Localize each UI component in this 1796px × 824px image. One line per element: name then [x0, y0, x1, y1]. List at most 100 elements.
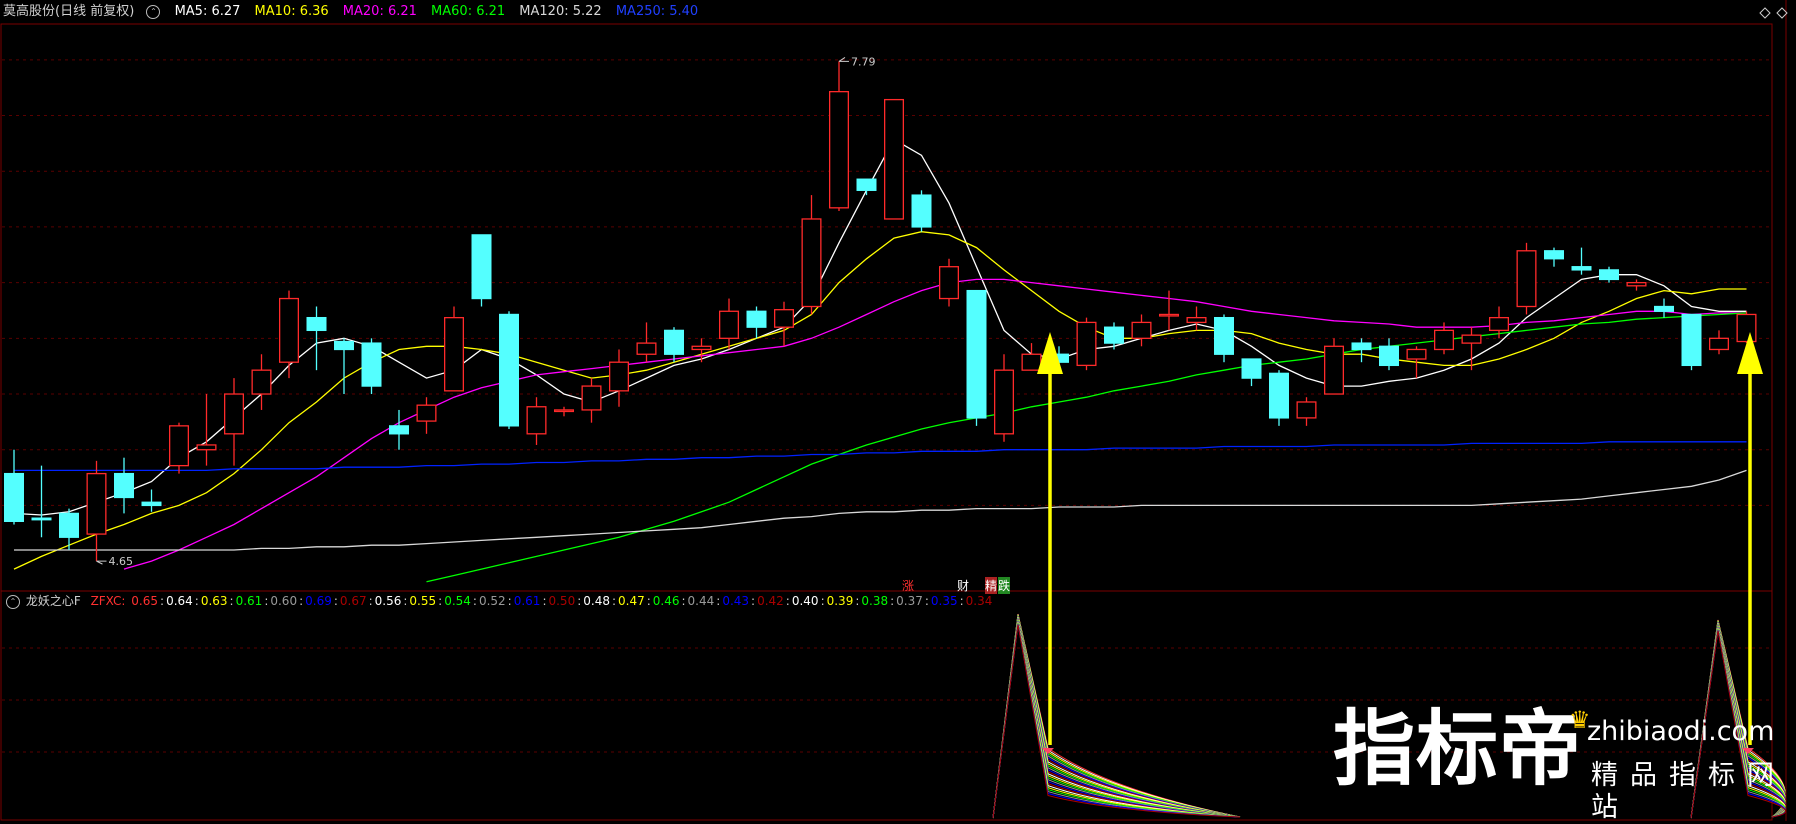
ma-line-ma250: [14, 441, 1747, 472]
value-separator: :: [472, 594, 477, 608]
candle-body: [86, 472, 107, 535]
indicator-value: 0.61: [235, 594, 263, 608]
candle: [939, 258, 960, 307]
candle-body: [498, 313, 519, 427]
candle-body: [1104, 326, 1125, 344]
candle: [581, 378, 602, 423]
indicator-name[interactable]: 龙妖之心F: [26, 594, 81, 608]
candle-body: [1599, 269, 1620, 281]
candle: [471, 234, 492, 307]
candle: [1516, 242, 1537, 315]
candle-body: [1489, 316, 1510, 332]
candle-body: [1406, 348, 1427, 360]
candle: [1406, 346, 1427, 379]
watermark-domain: zhibiaodi.com: [1587, 716, 1775, 747]
candle: [443, 306, 464, 392]
candle: [333, 338, 354, 395]
candle: [1626, 279, 1647, 291]
candle-body: [1736, 313, 1757, 343]
candle: [1214, 314, 1235, 363]
high-price-label: 7.79: [851, 55, 876, 68]
candle: [223, 378, 244, 466]
low-pointer: [96, 560, 107, 565]
candle-body: [1186, 316, 1207, 324]
indicator-value: 0.50: [548, 594, 576, 608]
candle: [1654, 298, 1675, 318]
candle: [1269, 370, 1290, 426]
candle: [4, 449, 25, 525]
candle: [1076, 317, 1097, 371]
value-separator: :: [820, 594, 825, 608]
candle-body: [1131, 321, 1152, 339]
value-separator: :: [333, 594, 338, 608]
candle: [774, 301, 795, 347]
candle: [498, 311, 519, 430]
candle-body: [333, 340, 354, 351]
indicator-value: 0.64: [166, 594, 193, 608]
candle: [526, 397, 547, 445]
indicator-value: 0.52: [478, 594, 506, 608]
candle: [1324, 338, 1345, 395]
indicator-toggle-icon[interactable]: ⌃: [6, 594, 20, 609]
candle-body: [1269, 372, 1290, 419]
candle-body: [609, 361, 630, 392]
value-separator: :: [160, 594, 165, 608]
candle-body: [636, 342, 657, 355]
candle-body: [278, 297, 299, 363]
candle-body: [1516, 250, 1537, 308]
low-price-label: 4.65: [109, 555, 134, 568]
candle: [664, 327, 685, 363]
candle: [1131, 314, 1152, 347]
candle-body: [1461, 334, 1482, 344]
candle: [636, 322, 657, 363]
value-separator: :: [716, 594, 721, 608]
indicator-line: [992, 616, 1241, 819]
watermark: 指标帝 ♛ zhibiaodi.com 精品指标网站: [1333, 702, 1793, 823]
value-separator: :: [438, 594, 443, 608]
right-edge-controls: [1759, 0, 1788, 821]
candle-body: [1021, 353, 1042, 371]
indicator-value: 0.42: [757, 594, 784, 608]
candle-body: [1571, 266, 1592, 271]
chart-canvas[interactable]: 7.79 4.65: [0, 0, 1796, 821]
value-separator: :: [229, 594, 234, 608]
indicator-value: 0.43: [722, 594, 750, 608]
candle-body: [1379, 345, 1400, 367]
candle: [1241, 358, 1262, 387]
candle: [1489, 306, 1510, 339]
value-separator: :: [542, 594, 547, 608]
value-separator: :: [577, 594, 582, 608]
candle-body: [1324, 345, 1345, 395]
indicator-value: 0.63: [200, 594, 228, 608]
diamond-icon: [1759, 7, 1771, 19]
moving-average-lines: [13, 138, 1747, 583]
value-separator: :: [403, 594, 408, 608]
candle-body: [251, 369, 272, 395]
indicator-values: 0.65:0.64:0.63:0.61:0.60:0.69:0.67:0.56:…: [131, 594, 994, 608]
candle-body: [1434, 329, 1455, 351]
indicator-value: 0.46: [652, 594, 680, 608]
value-separator: :: [890, 594, 895, 608]
indicator-header: ⌃ 龙妖之心F ZFXC: 0.65:0.64:0.63:0.61:0.60:0…: [0, 592, 1796, 610]
indicator-value: 0.37: [896, 594, 923, 608]
candle: [884, 98, 905, 220]
indicator-label: ZFXC:: [90, 594, 126, 608]
candle-body: [443, 316, 464, 392]
candle-body: [856, 178, 877, 191]
candle-body: [168, 425, 189, 467]
candle-body: [994, 369, 1015, 435]
candle: [59, 508, 80, 550]
value-separator: :: [924, 594, 929, 608]
indicator-value: 0.35: [930, 594, 958, 608]
value-separator: :: [611, 594, 617, 608]
candle: [1104, 322, 1125, 350]
indicator-value: 0.48: [583, 594, 610, 608]
candle-body: [1544, 250, 1565, 260]
candle-body: [554, 409, 575, 413]
candle-body: [1296, 401, 1317, 419]
ma-line-ma120: [14, 469, 1747, 551]
watermark-slogan: 精品指标网站: [1591, 760, 1786, 823]
candle-body: [1076, 321, 1097, 367]
indicator-value: 0.47: [618, 594, 645, 608]
candle-body: [939, 266, 960, 300]
